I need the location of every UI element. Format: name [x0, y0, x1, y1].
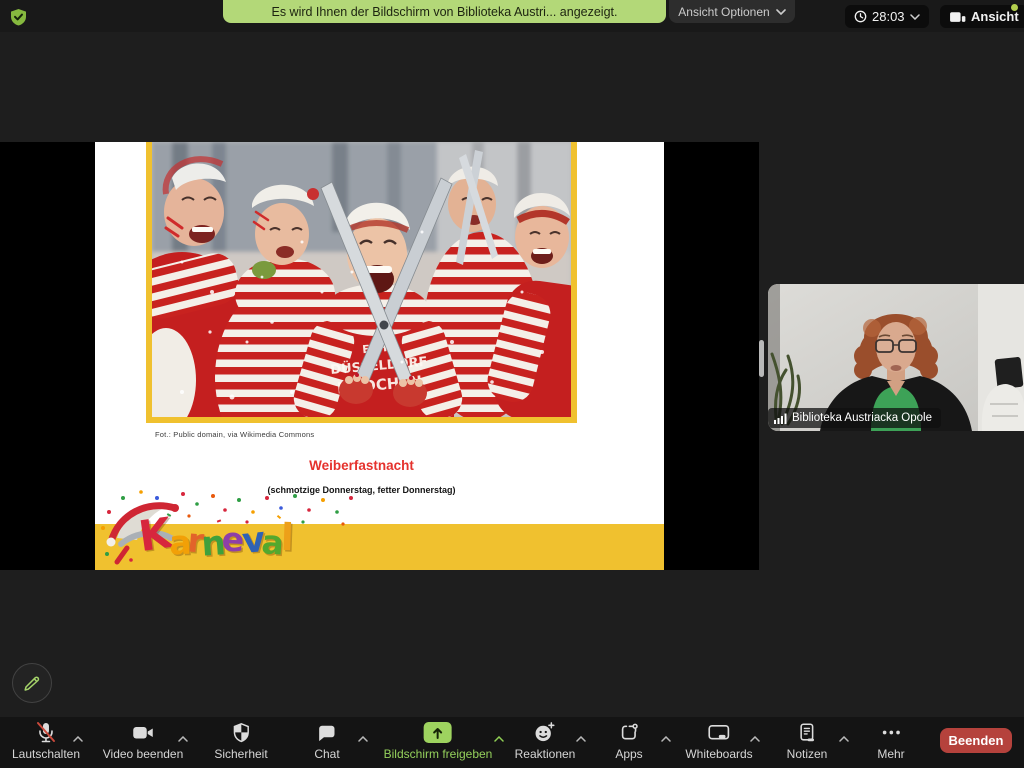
- video-camera-icon: [131, 721, 155, 744]
- chat-bubble-icon: [315, 721, 338, 744]
- notes-label: Notizen: [787, 747, 828, 761]
- whiteboards-label: Whiteboards: [685, 747, 752, 761]
- security-shield-quadrant-icon: [230, 721, 252, 744]
- notes-icon: [796, 721, 818, 744]
- screen-share-banner-text: Es wird Ihnen der Bildschirm von Bibliot…: [271, 5, 617, 19]
- whiteboard-icon: [707, 721, 732, 744]
- more-label: Mehr: [877, 747, 904, 761]
- slide-title: Weiberfastnacht: [146, 458, 577, 473]
- annotate-button[interactable]: [12, 663, 52, 703]
- carnival-photo-illustration: ECHT DÜSSELDORF MÄDCHEN: [152, 142, 571, 417]
- karneval-letters: Karneval: [139, 514, 291, 556]
- security-label: Sicherheit: [214, 747, 267, 761]
- video-panel-handle[interactable]: [759, 340, 764, 377]
- view-options-label: Ansicht Optionen: [678, 5, 769, 19]
- notes-button[interactable]: Notizen: [787, 721, 828, 761]
- pencil-icon: [22, 673, 42, 693]
- screen-share-banner: Es wird Ihnen der Bildschirm von Bibliot…: [223, 0, 666, 23]
- clock-icon: [854, 10, 867, 23]
- reactions-smiley-icon: [533, 721, 557, 744]
- more-dots-icon: [879, 721, 903, 744]
- security-button[interactable]: Sicherheit: [214, 721, 267, 761]
- stop-video-label: Video beenden: [103, 747, 184, 761]
- top-bar: Es wird Ihnen der Bildschirm von Bibliot…: [0, 0, 1024, 32]
- chat-options-chevron[interactable]: [358, 729, 368, 747]
- status-dot: [1011, 4, 1018, 11]
- more-button[interactable]: Mehr: [877, 721, 904, 761]
- end-meeting-button[interactable]: Beenden: [940, 728, 1012, 753]
- share-screen-label: Bildschirm freigeben: [384, 747, 493, 761]
- reactions-options-chevron[interactable]: [576, 729, 586, 747]
- reactions-button[interactable]: Reaktionen: [515, 721, 576, 761]
- participant-name-tag: Biblioteka Austriacka Opole: [768, 408, 941, 428]
- apps-button[interactable]: Apps: [615, 721, 642, 761]
- apps-options-chevron[interactable]: [661, 729, 671, 747]
- chat-label: Chat: [314, 747, 339, 761]
- timer-value: 28:03: [872, 9, 905, 24]
- connection-bars-icon: [774, 413, 787, 424]
- view-label: Ansicht: [971, 9, 1019, 24]
- participant-video[interactable]: Biblioteka Austriacka Opole: [768, 284, 1024, 431]
- whiteboards-button[interactable]: Whiteboards: [685, 721, 752, 761]
- photo-credit: Fot.: Public domain, via Wikimedia Commo…: [155, 430, 314, 439]
- chevron-down-icon: [776, 9, 786, 15]
- share-screen-icon: [424, 722, 452, 743]
- audio-options-chevron[interactable]: [73, 729, 83, 747]
- video-options-chevron[interactable]: [178, 729, 188, 747]
- presentation-slide: ECHT DÜSSELDORF MÄDCHEN: [95, 142, 664, 570]
- microphone-muted-icon: [34, 721, 58, 744]
- stop-video-button[interactable]: Video beenden: [103, 721, 184, 761]
- view-options-button[interactable]: Ansicht Optionen: [669, 0, 795, 23]
- carnival-photo: ECHT DÜSSELDORF MÄDCHEN: [146, 142, 577, 423]
- share-screen-button[interactable]: Bildschirm freigeben: [384, 721, 493, 761]
- karneval-letter: l: [280, 519, 294, 556]
- mute-label: Lautschalten: [12, 747, 80, 761]
- notes-options-chevron[interactable]: [839, 729, 849, 747]
- participant-name: Biblioteka Austriacka Opole: [792, 412, 932, 424]
- whiteboards-options-chevron[interactable]: [750, 729, 760, 747]
- chevron-down-icon: [910, 14, 920, 20]
- security-shield-icon: [10, 8, 27, 26]
- reactions-label: Reaktionen: [515, 747, 576, 761]
- shared-screen-area: ECHT DÜSSELDORF MÄDCHEN: [0, 142, 759, 570]
- share-options-chevron[interactable]: [494, 729, 504, 747]
- apps-icon: [617, 721, 641, 744]
- apps-label: Apps: [615, 747, 642, 761]
- mute-button[interactable]: Lautschalten: [12, 721, 80, 761]
- chat-button[interactable]: Chat: [314, 721, 339, 761]
- view-layout-icon: [949, 10, 966, 24]
- meeting-timer[interactable]: 28:03: [845, 5, 929, 28]
- zoom-meeting-window: Es wird Ihnen der Bildschirm von Bibliot…: [0, 0, 1024, 768]
